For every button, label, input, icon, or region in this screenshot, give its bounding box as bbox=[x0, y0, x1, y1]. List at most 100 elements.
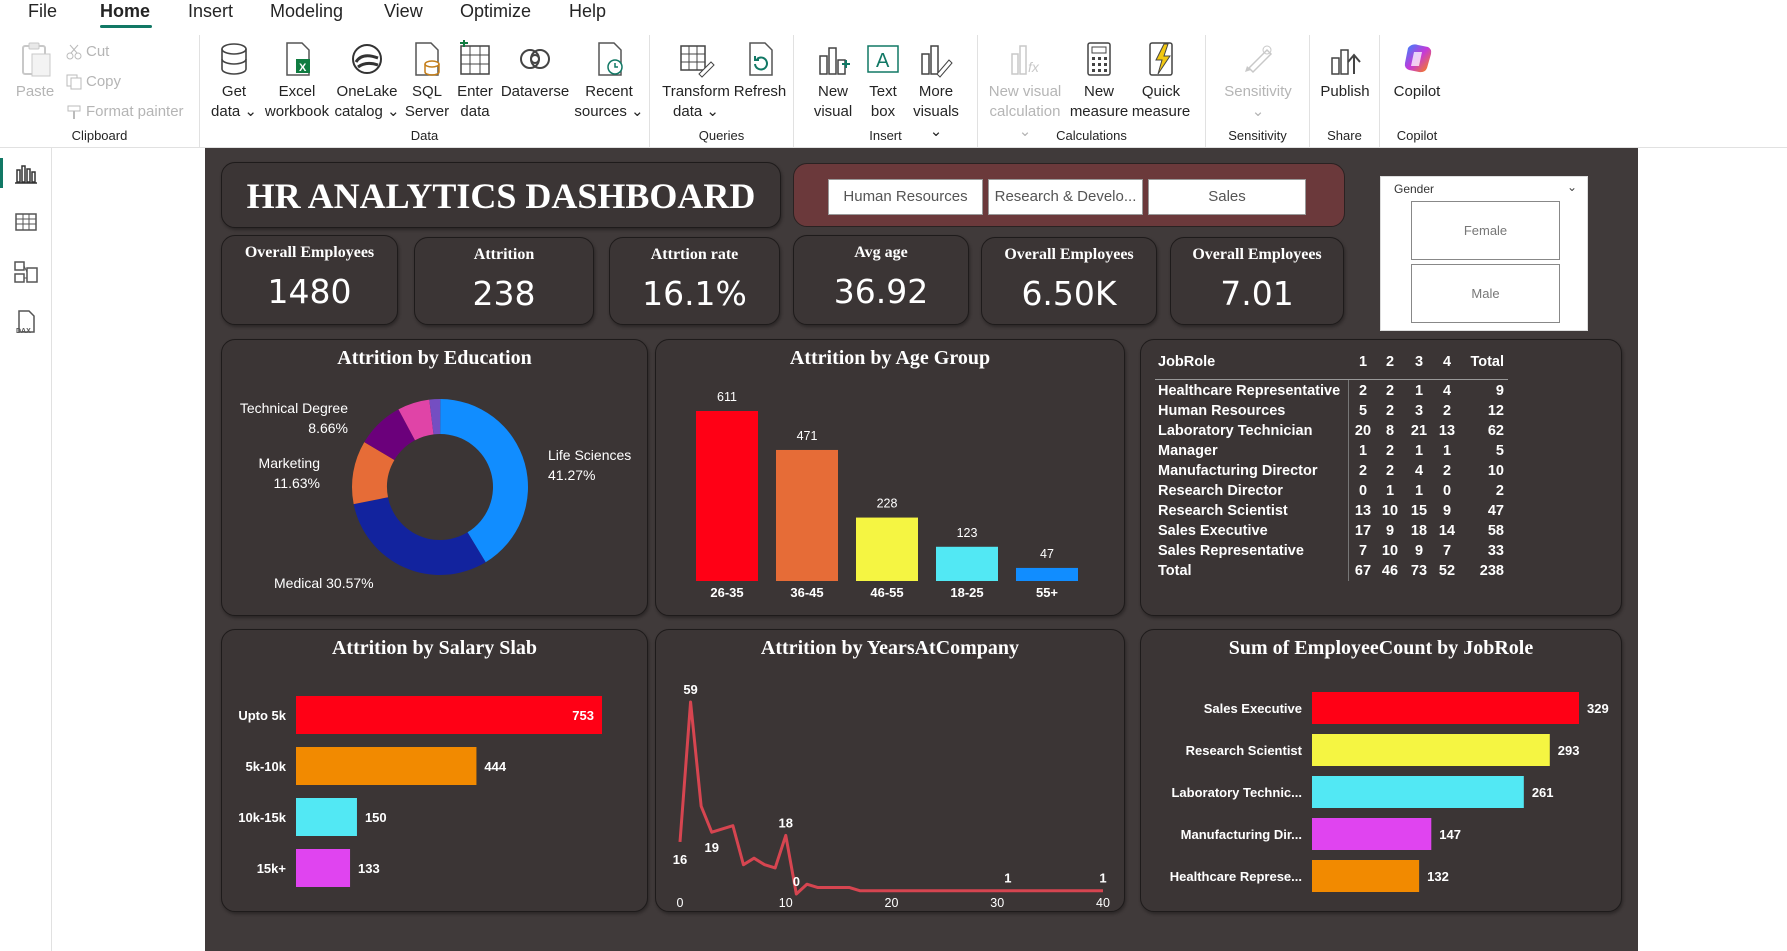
menu-optimize[interactable]: Optimize bbox=[460, 0, 531, 22]
sensitivity-button[interactable]: Sensitivity ⌄ bbox=[1214, 40, 1302, 122]
bar-research-scientist[interactable] bbox=[1312, 734, 1550, 766]
bar-10k-15k[interactable] bbox=[296, 798, 357, 836]
copy-label: Copy bbox=[86, 73, 122, 90]
menu-modeling[interactable]: Modeling bbox=[270, 0, 343, 22]
ribbon: Paste Cut Copy Format painter Clipboard … bbox=[0, 30, 1787, 148]
department-option-research-development[interactable]: Research & Develo... bbox=[988, 179, 1143, 215]
matrix-cell: 2 bbox=[1385, 443, 1395, 459]
new-measure-button[interactable]: New measure bbox=[1068, 40, 1130, 122]
age-axis-label: 26-35 bbox=[710, 585, 743, 600]
matrix-cell: 3 bbox=[1414, 403, 1424, 419]
quick-measure-button[interactable]: Quick measure bbox=[1128, 40, 1194, 122]
text-box-button[interactable]: A Text box bbox=[858, 40, 908, 122]
table-view-icon[interactable] bbox=[12, 208, 40, 236]
gender-option-female[interactable]: Female bbox=[1411, 201, 1560, 260]
svg-text:fx: fx bbox=[1028, 59, 1040, 75]
bar-15k-[interactable] bbox=[296, 849, 351, 887]
onelake-catalog-button[interactable]: OneLake catalog ⌄ bbox=[332, 40, 402, 122]
matrix-header: JobRole bbox=[1158, 354, 1216, 370]
model-view-icon[interactable] bbox=[12, 258, 40, 286]
bar-value-label: 444 bbox=[484, 759, 506, 774]
new-visual-calculation-button[interactable]: fx New visual calculation ⌄ bbox=[982, 40, 1068, 142]
donut-slice-medical[interactable] bbox=[353, 497, 486, 575]
matrix-header: 3 bbox=[1414, 354, 1424, 370]
donut-label-medical: Medical 30.57% bbox=[274, 575, 374, 591]
chevron-down-icon[interactable]: ⌄ bbox=[1567, 180, 1577, 194]
age-bar-36-45[interactable] bbox=[776, 449, 838, 581]
years-at-company-line-chart[interactable]: 165919180 1 10 10 20 30 40 bbox=[656, 630, 1126, 913]
get-data-button[interactable]: Get data ⌄ bbox=[210, 40, 258, 122]
text-box-label-2: box bbox=[870, 103, 896, 120]
report-view-icon[interactable] bbox=[12, 160, 40, 188]
excel-workbook-button[interactable]: X Excel workbook bbox=[262, 40, 332, 122]
bar-laboratory-technic-[interactable] bbox=[1312, 776, 1524, 808]
education-donut-chart[interactable]: Life Sciences 41.27% Medical 30.57% Marketi… bbox=[222, 340, 649, 617]
quick-measure-label-1: Quick bbox=[1141, 83, 1181, 100]
kpi-label: Attrition bbox=[473, 246, 535, 263]
bar-5k-10k[interactable] bbox=[296, 747, 477, 785]
donut-label-life-sciences: Life Sciences bbox=[548, 447, 631, 463]
copilot-button[interactable]: Copilot bbox=[1384, 40, 1450, 102]
recent-sources-button[interactable]: Recent sources ⌄ bbox=[574, 40, 644, 122]
kpi-card-attrition-rate: Attrtion rate 16.1% bbox=[609, 237, 780, 325]
dax-query-view-icon[interactable]: DAX bbox=[12, 308, 40, 336]
paste-label: Paste bbox=[15, 83, 55, 100]
bar-manufacturing-dir-[interactable] bbox=[1312, 818, 1432, 850]
transform-data-icon bbox=[680, 45, 715, 78]
matrix-header: 2 bbox=[1385, 354, 1395, 370]
paste-button[interactable]: Paste bbox=[12, 40, 58, 102]
gender-option-male[interactable]: Male bbox=[1411, 264, 1560, 323]
jobrole-matrix-table[interactable]: JobRole 1 2 3 4 Total Healthcare Representativ… bbox=[1141, 340, 1623, 617]
bar-value-label: 753 bbox=[572, 708, 594, 723]
donut-slice-life-sciences[interactable] bbox=[440, 399, 528, 563]
new-visual-button[interactable]: New visual bbox=[808, 40, 858, 122]
jobrole-employee-count-bar-chart[interactable]: Sales Executive 329 Research Scientist 293 L… bbox=[1141, 630, 1623, 913]
bar-healthcare-represe-[interactable] bbox=[1312, 860, 1420, 892]
menu-view[interactable]: View bbox=[384, 0, 423, 22]
excel-label-2: workbook bbox=[264, 103, 330, 120]
refresh-button[interactable]: Refresh bbox=[732, 40, 788, 102]
age-axis-label: 36-45 bbox=[790, 585, 823, 600]
new-measure-label-1: New bbox=[1083, 83, 1114, 100]
bar-sales-executive[interactable] bbox=[1312, 692, 1579, 724]
dataverse-button[interactable]: Dataverse bbox=[500, 40, 570, 102]
excel-icon: X bbox=[286, 42, 310, 76]
age-bar-18-25[interactable] bbox=[936, 546, 998, 581]
gender-slicer: Gender ⌄ Female Male bbox=[1380, 176, 1588, 331]
age-bar-55+[interactable] bbox=[1016, 567, 1078, 581]
format-painter-button[interactable]: Format painter bbox=[66, 103, 184, 120]
matrix-cell: 47 bbox=[1487, 503, 1504, 519]
ribbon-group-clipboard: Paste Cut Copy Format painter Clipboard bbox=[0, 35, 200, 147]
salary-slab-bar-chart[interactable]: Upto 5k 753 5k-10k 444 10k-15k 150 15k+ 133 bbox=[222, 630, 649, 913]
more-visuals-button[interactable]: More visuals ⌄ bbox=[906, 40, 966, 142]
get-data-label-2: data ⌄ bbox=[210, 102, 258, 122]
new-visual-label-1: New bbox=[817, 83, 848, 100]
menu-help[interactable]: Help bbox=[569, 0, 606, 22]
copilot-label: Copilot bbox=[1393, 83, 1441, 100]
transform-data-button[interactable]: Transform data ⌄ bbox=[658, 40, 734, 122]
svg-text:A: A bbox=[876, 50, 890, 72]
age-bar-46-55[interactable] bbox=[856, 517, 918, 581]
age-group-column-chart[interactable]: 611 26-35 471 36-45 228 46-55 123 18-25 47 55+ bbox=[656, 340, 1126, 617]
line-axis-tick: 10 bbox=[779, 896, 793, 910]
age-bar-26-35[interactable] bbox=[696, 411, 758, 581]
matrix-cell: Research Director bbox=[1158, 483, 1283, 499]
cut-button[interactable]: Cut bbox=[66, 43, 109, 60]
menu-home[interactable]: Home bbox=[100, 0, 150, 22]
bar-value-label: 261 bbox=[1532, 785, 1554, 800]
menu-insert[interactable]: Insert bbox=[188, 0, 233, 22]
copy-button[interactable]: Copy bbox=[66, 73, 121, 90]
attrition-line[interactable] bbox=[678, 700, 1103, 896]
publish-button[interactable]: Publish bbox=[1316, 40, 1374, 102]
department-option-human-resources[interactable]: Human Resources bbox=[828, 179, 983, 215]
sql-server-button[interactable]: SQL Server bbox=[404, 40, 450, 122]
bar-category-label: Manufacturing Dir... bbox=[1181, 827, 1302, 842]
group-label-queries: Queries bbox=[698, 128, 745, 143]
matrix-cell: Sales Executive bbox=[1158, 523, 1268, 539]
bar-upto-5k[interactable] bbox=[296, 696, 602, 734]
department-option-sales[interactable]: Sales bbox=[1148, 179, 1306, 215]
enter-data-button[interactable]: Enter data bbox=[452, 40, 498, 122]
group-label-share: Share bbox=[1327, 128, 1362, 143]
matrix-cell: 2 bbox=[1358, 463, 1368, 479]
menu-file[interactable]: File bbox=[28, 0, 57, 22]
